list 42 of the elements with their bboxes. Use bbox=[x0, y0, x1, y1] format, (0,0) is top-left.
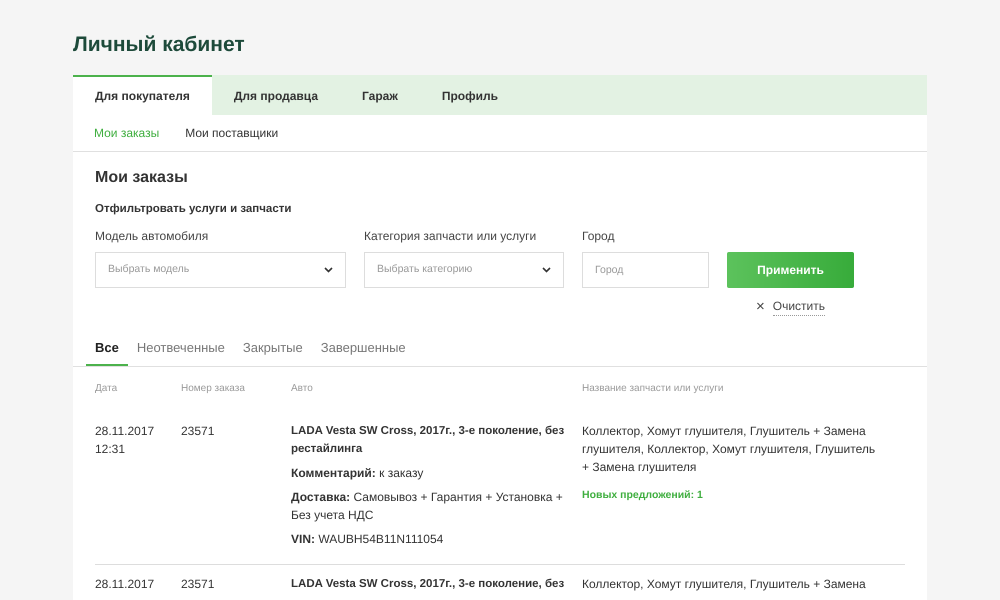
subnav-link[interactable]: Мои заказы bbox=[94, 124, 160, 142]
order-number: 23571 bbox=[181, 412, 291, 565]
order-number: 23571 bbox=[181, 564, 291, 600]
parts-text: Коллектор, Хомут глушителя, Глушитель + Замена bbox=[582, 576, 867, 593]
dropdown-field[interactable]: Выбрать категорию bbox=[364, 252, 564, 288]
dropdown-field[interactable]: Выбрать модель bbox=[95, 252, 346, 288]
field-label: Город bbox=[582, 228, 616, 245]
status-tab[interactable]: Закрытые bbox=[234, 332, 312, 366]
apply-button[interactable]: Применить bbox=[727, 252, 854, 288]
tab[interactable]: Для покупателя bbox=[73, 75, 212, 116]
filter-title: Отфильтровать услуги и запчасти bbox=[95, 202, 292, 218]
car-title: LADA Vesta SW Cross, 2017г., 3-е поколение, без рестайлинга bbox=[291, 424, 566, 457]
date-text: 12:31 bbox=[95, 440, 126, 458]
field-label: Категория запчасти или услуги bbox=[364, 228, 538, 245]
column-header: Название запчасти или услуги bbox=[582, 382, 724, 396]
parts-text: Коллектор, Хомут глушителя, Глушитель + Замена глушителя, Коллектор, Хомут глушителя, Глушитель + Замена глушителя bbox=[582, 422, 876, 476]
column-header: Дата bbox=[95, 382, 118, 396]
detail-text: Комментарий: к заказу bbox=[291, 464, 424, 482]
status-tab[interactable]: Неотвеченные bbox=[128, 332, 234, 366]
status-tab[interactable]: Все bbox=[86, 332, 128, 366]
tab[interactable]: Профиль bbox=[420, 75, 520, 116]
column-header: Номер заказа bbox=[181, 382, 246, 396]
status-tab[interactable]: Завершенные bbox=[312, 332, 415, 366]
date-text: 28.11.2017 bbox=[95, 576, 156, 593]
column-header: Авто bbox=[291, 382, 314, 396]
placeholder-text: Выбрать модель bbox=[108, 262, 190, 277]
chevron-down-icon bbox=[542, 266, 551, 273]
text-field[interactable]: Город bbox=[582, 252, 709, 288]
placeholder-text: Выбрать категорию bbox=[377, 262, 472, 277]
chevron-down-icon bbox=[324, 266, 333, 273]
subnav-link[interactable]: Мои поставщики bbox=[185, 124, 278, 142]
tab[interactable]: Гараж bbox=[340, 75, 420, 116]
clear-button[interactable]: × Очистить bbox=[756, 296, 825, 318]
detail-text: Доставка: Самовывоз + Гарантия + Установка + Без учета НДС bbox=[291, 488, 564, 524]
field-label: Модель автомобиля bbox=[95, 228, 210, 245]
tab[interactable]: Для продавца bbox=[212, 75, 340, 116]
detail-text: VIN: WAUBH54B11N111054 bbox=[291, 530, 444, 548]
section-title: Мои заказы bbox=[95, 168, 189, 188]
car-title: LADA Vesta SW Cross, 2017г., 3-е поколение, без bbox=[291, 576, 566, 592]
page-title: Личный кабинет bbox=[73, 32, 246, 58]
date-text: 28.11.2017 bbox=[95, 422, 156, 440]
offers-link[interactable]: Новых предложений: 1 bbox=[582, 488, 885, 504]
